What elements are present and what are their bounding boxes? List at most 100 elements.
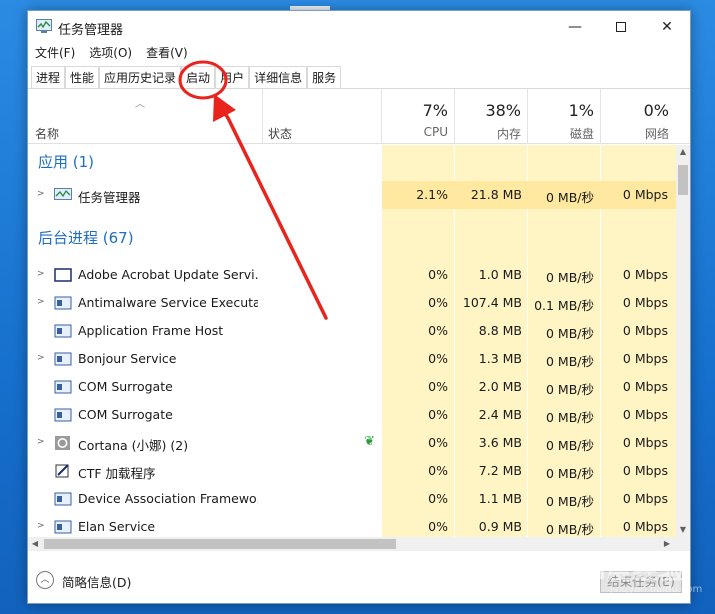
- vertical-scrollbar[interactable]: ▲ ▼: [676, 145, 690, 537]
- process-cpu: 0%: [428, 407, 448, 422]
- process-memory: 8.8 MB: [478, 323, 522, 338]
- menu-file[interactable]: 文件(F): [28, 43, 82, 63]
- process-cpu: 0%: [428, 267, 448, 282]
- process-disk: 0 MB/秒: [546, 382, 594, 397]
- scroll-left-icon[interactable]: ◀: [28, 537, 42, 551]
- process-disk: 0.1 MB/秒: [534, 298, 594, 313]
- scroll-right-icon[interactable]: ▶: [660, 537, 674, 551]
- task-manager-icon: [36, 19, 52, 33]
- menu-view[interactable]: 查看(V): [139, 43, 195, 63]
- process-memory: 7.2 MB: [478, 463, 522, 478]
- process-memory: 1.0 MB: [478, 267, 522, 282]
- chevron-up-circle-icon[interactable]: ︿: [36, 571, 54, 589]
- minimize-button[interactable]: —: [552, 11, 598, 42]
- disk-total: 1%: [568, 101, 594, 120]
- table-row[interactable]: COM Surrogate 0% 2.4 MB 0 MB/秒 0 Mbps: [28, 401, 676, 429]
- vertical-scroll-thumb[interactable]: [678, 165, 688, 195]
- tab-processes[interactable]: 进程: [31, 66, 66, 88]
- table-row[interactable]: COM Surrogate 0% 2.0 MB 0 MB/秒 0 Mbps: [28, 373, 676, 401]
- tab-app-history[interactable]: 应用历史记录: [99, 66, 182, 88]
- service-icon: [54, 324, 72, 338]
- process-disk: 0 MB/秒: [546, 410, 594, 425]
- header-disk[interactable]: 1% 磁盘: [528, 89, 600, 144]
- menu-options[interactable]: 选项(O): [82, 43, 139, 63]
- process-name: 任务管理器: [78, 190, 141, 205]
- process-disk: 0 MB/秒: [546, 326, 594, 341]
- process-memory: 3.6 MB: [478, 435, 522, 450]
- tab-startup[interactable]: 启动: [181, 66, 216, 88]
- process-name: Antimalware Service Executa...: [78, 295, 258, 310]
- table-row[interactable]: > Cortana (小娜) (2) ❦ 0% 3.6 MB 0 MB/秒 0 …: [28, 429, 676, 457]
- header-cpu[interactable]: 7% CPU: [382, 89, 454, 144]
- expand-chevron-icon[interactable]: >: [37, 189, 45, 199]
- table-row[interactable]: > Antimalware Service Executa... 0% 107.…: [28, 289, 676, 317]
- expand-chevron-icon[interactable]: >: [37, 353, 45, 363]
- process-network: 0 Mbps: [622, 519, 668, 534]
- expand-chevron-icon[interactable]: >: [37, 297, 45, 307]
- process-memory: 1.1 MB: [478, 491, 522, 506]
- process-network: 0 Mbps: [622, 491, 668, 506]
- maximize-button[interactable]: [598, 11, 644, 42]
- process-name: COM Surrogate: [78, 407, 173, 422]
- process-disk: 0 MB/秒: [546, 270, 594, 285]
- process-name: COM Surrogate: [78, 379, 173, 394]
- table-row[interactable]: Device Association Framewo... 0% 1.1 MB …: [28, 485, 676, 513]
- expand-chevron-icon[interactable]: >: [37, 269, 45, 279]
- service-icon: [54, 492, 72, 506]
- scroll-up-icon[interactable]: ▲: [676, 145, 690, 159]
- process-disk: 0 MB/秒: [546, 466, 594, 481]
- disk-label: 磁盘: [569, 127, 594, 141]
- tab-services[interactable]: 服务: [307, 66, 342, 88]
- process-cpu: 0%: [428, 463, 448, 478]
- cpu-total: 7%: [422, 101, 448, 120]
- group-header-apps[interactable]: 应用 (1): [28, 151, 676, 179]
- tab-details[interactable]: 详细信息: [249, 66, 308, 88]
- watermark-url: jingyan.baidu.com: [610, 584, 703, 595]
- process-name: Bonjour Service: [78, 351, 177, 366]
- tab-users[interactable]: 用户: [215, 66, 250, 88]
- header-name[interactable]: 名称: [35, 125, 59, 142]
- process-network: 0 Mbps: [622, 323, 668, 338]
- header-memory[interactable]: 38% 内存: [455, 89, 527, 144]
- process-memory: 2.4 MB: [478, 407, 522, 422]
- memory-label: 内存: [496, 127, 521, 141]
- process-network: 0 Mbps: [622, 351, 668, 366]
- table-row[interactable]: Application Frame Host 0% 8.8 MB 0 MB/秒 …: [28, 317, 676, 345]
- table-row[interactable]: > Adobe Acrobat Update Servi... 0% 1.0 M…: [28, 261, 676, 289]
- service-icon: [54, 352, 72, 366]
- process-network: 0 Mbps: [622, 379, 668, 394]
- expand-chevron-icon[interactable]: >: [37, 437, 45, 447]
- minimize-icon: —: [568, 18, 582, 35]
- horizontal-scroll-thumb[interactable]: [44, 539, 396, 549]
- watermark-logo: Bai度经验: [560, 556, 685, 586]
- window-title: 任务管理器: [58, 23, 124, 38]
- table-row[interactable]: > Bonjour Service 0% 1.3 MB 0 MB/秒 0 Mbp…: [28, 345, 676, 373]
- process-name: Elan Service: [78, 519, 156, 534]
- close-icon: ✕: [661, 18, 673, 35]
- column-header: ︿ 名称 状态 7% CPU 38% 内存 1% 磁盘 0% 网络: [28, 89, 690, 144]
- network-label: 网络: [644, 127, 669, 141]
- table-row[interactable]: > 任务管理器 2.1% 21.8 MB 0 MB/秒 0 Mbps: [28, 181, 676, 209]
- horizontal-scrollbar[interactable]: ◀ ▶: [28, 537, 690, 551]
- fewer-details-link[interactable]: 简略信息(D): [62, 572, 131, 591]
- process-memory: 0.9 MB: [478, 519, 522, 534]
- expand-chevron-icon[interactable]: >: [37, 521, 45, 531]
- process-disk: 0 MB/秒: [546, 190, 594, 205]
- title-bar[interactable]: 任务管理器 — ✕: [28, 11, 690, 42]
- process-disk: 0 MB/秒: [546, 438, 594, 453]
- process-network: 0 Mbps: [622, 267, 668, 282]
- service-icon: [54, 296, 72, 310]
- taskmgr-icon: [54, 188, 72, 200]
- group-header-background[interactable]: 后台进程 (67): [28, 229, 676, 257]
- tab-performance[interactable]: 性能: [65, 66, 100, 88]
- process-network: 0 Mbps: [622, 187, 668, 202]
- table-row[interactable]: CTF 加载程序 0% 7.2 MB 0 MB/秒 0 Mbps: [28, 457, 676, 485]
- close-button[interactable]: ✕: [644, 11, 690, 42]
- process-name: Cortana (小娜) (2): [78, 438, 189, 453]
- header-network[interactable]: 0% 网络: [601, 89, 675, 144]
- header-status[interactable]: 状态: [268, 125, 292, 142]
- process-name: Device Association Framewo...: [78, 491, 258, 506]
- process-cpu: 0%: [428, 491, 448, 506]
- menu-bar: 文件(F) 选项(O) 查看(V): [28, 43, 195, 63]
- scroll-down-icon[interactable]: ▼: [676, 523, 690, 537]
